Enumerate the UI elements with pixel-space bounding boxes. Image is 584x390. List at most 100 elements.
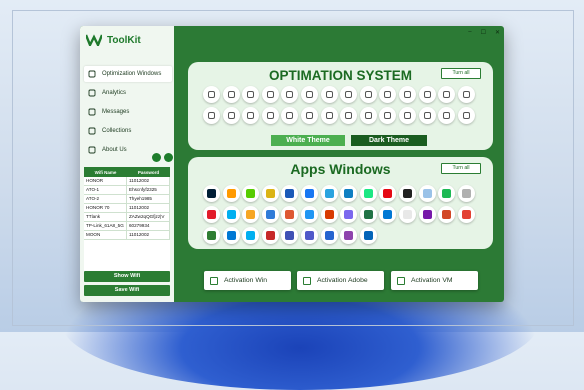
edge-icon <box>344 189 354 198</box>
image-icon <box>462 91 470 98</box>
wifi-row: MOON 11012002 <box>84 231 170 240</box>
minimize-button[interactable]: – <box>468 29 471 36</box>
toggle-star-icon[interactable] <box>340 107 358 124</box>
white-theme-button[interactable]: White Theme <box>271 135 345 146</box>
app-button-maps-icon[interactable] <box>457 206 475 223</box>
toggle-bell-icon[interactable] <box>281 86 299 103</box>
app-button-arrow-app-icon[interactable] <box>281 185 299 202</box>
app-button-app-icon[interactable] <box>418 185 436 202</box>
toggle-folder-icon[interactable] <box>320 107 338 124</box>
apps-turn-all-button[interactable]: Turn all <box>441 163 481 174</box>
sidebar-item-3[interactable]: Collections <box>84 123 172 139</box>
app-button-teams-icon[interactable] <box>300 227 318 244</box>
app-button-streaming-icon[interactable] <box>379 185 397 202</box>
toggle-shield-icon[interactable] <box>222 86 240 103</box>
wifi-name-cell: TP-Link_61A8_5G <box>84 222 127 230</box>
chat-icon <box>88 108 96 116</box>
wifi-row: ATO-1 Ehscnfyf2325 <box>84 186 170 195</box>
app-button-onenote-icon[interactable] <box>418 206 436 223</box>
app-button-qbit-icon[interactable] <box>203 206 220 223</box>
app-button-browser-icon[interactable] <box>261 206 279 223</box>
toggle-grid-icon[interactable] <box>340 86 358 103</box>
toggle-monitor-icon[interactable] <box>418 107 436 124</box>
toggle-tablet-icon[interactable] <box>242 107 260 124</box>
history-icon <box>423 91 431 98</box>
app-button-duolingo-icon[interactable] <box>242 185 260 202</box>
save-wifi-button[interactable]: Save Wifi <box>84 285 170 296</box>
toggle-search-icon[interactable] <box>398 86 416 103</box>
optimization-panel: OPTIMATION SYSTEM Turn all White Theme D… <box>188 62 493 150</box>
optimization-toggle-grid <box>203 86 476 124</box>
app-button-edge-icon[interactable] <box>340 185 358 202</box>
app-button-copilot-icon[interactable] <box>340 227 358 244</box>
toggle-history-icon[interactable] <box>418 86 436 103</box>
toggle-folder-icon[interactable] <box>300 107 318 124</box>
app-button-photos-icon[interactable] <box>300 206 318 223</box>
toggle-person-icon[interactable] <box>359 86 377 103</box>
toggle-refresh-icon[interactable] <box>379 107 397 124</box>
toggle-document-icon[interactable] <box>281 107 299 124</box>
app-button-music-icon[interactable] <box>457 185 475 202</box>
app-button-illustrator-icon[interactable] <box>222 185 240 202</box>
sidebar-item-2[interactable]: Messages <box>84 104 172 120</box>
toggle-location-icon[interactable] <box>300 86 318 103</box>
status-dots <box>152 153 173 162</box>
toggle-image-icon[interactable] <box>457 86 475 103</box>
close-button[interactable]: ✕ <box>495 29 500 36</box>
activation-adobe-label: Activation Adobe <box>317 277 368 284</box>
phone-icon <box>443 91 451 98</box>
toggle-phone-icon[interactable] <box>438 86 456 103</box>
duck-icon <box>285 210 295 219</box>
photos-icon <box>304 210 314 219</box>
app-button-play-icon[interactable] <box>398 185 416 202</box>
toggle-pie-icon[interactable] <box>398 107 416 124</box>
app-button-skype-icon[interactable] <box>222 206 240 223</box>
app-button-shield-app-icon[interactable] <box>203 227 220 244</box>
app-button-todo-icon[interactable] <box>320 227 338 244</box>
optimization-turn-all-button[interactable]: Turn all <box>441 68 481 79</box>
app-button-photoshop-icon[interactable] <box>203 185 220 202</box>
app-button-store-icon[interactable] <box>379 206 397 223</box>
app-button-news-icon[interactable] <box>398 206 416 223</box>
wifi-name-cell: ATO-2 <box>84 195 127 203</box>
toggle-users-icon[interactable] <box>261 86 279 103</box>
show-wifi-button[interactable]: Show Wifi <box>84 271 170 282</box>
sidebar-item-1[interactable]: Analytics <box>84 85 172 101</box>
toggle-clipboard-icon[interactable] <box>242 86 260 103</box>
app-button-duck-icon[interactable] <box>281 206 299 223</box>
app-button-excel-icon[interactable] <box>359 206 377 223</box>
toggle-inbox-icon[interactable] <box>261 107 279 124</box>
toggle-video-icon[interactable] <box>457 107 475 124</box>
toggle-accessibility-icon[interactable] <box>222 107 240 124</box>
sidebar-item-0[interactable]: Optimization Windows <box>84 66 172 82</box>
battery-icon <box>364 112 372 119</box>
app-button-app-icon[interactable] <box>340 206 358 223</box>
dark-theme-button[interactable]: Dark Theme <box>351 135 427 146</box>
news-icon <box>402 210 412 219</box>
app-button-chrome-icon[interactable] <box>261 185 279 202</box>
toggle-lock-icon[interactable] <box>203 86 220 103</box>
main-content: OPTIMATION SYSTEM Turn all White Theme D… <box>180 40 500 298</box>
app-button-pdf-icon[interactable] <box>281 227 299 244</box>
activation-vm-button[interactable]: Activation VM <box>391 271 478 290</box>
app-button-office-icon[interactable] <box>320 206 338 223</box>
app-button-facebook-icon[interactable] <box>300 185 318 202</box>
app-button-hulu-icon[interactable] <box>359 185 377 202</box>
toggle-screen-icon[interactable] <box>438 107 456 124</box>
app-button-spotify-icon[interactable] <box>438 185 456 202</box>
toggle-mail-icon[interactable] <box>203 107 220 124</box>
activation-adobe-button[interactable]: Activation Adobe <box>297 271 384 290</box>
app-button-skype-icon[interactable] <box>242 227 260 244</box>
toggle-battery-icon[interactable] <box>359 107 377 124</box>
toggle-settings-icon[interactable] <box>320 86 338 103</box>
app-button-app-icon[interactable] <box>261 227 279 244</box>
maximize-button[interactable]: ☐ <box>481 29 486 36</box>
toggle-contact-icon[interactable] <box>379 86 397 103</box>
accessibility-icon <box>227 112 235 119</box>
app-button-outlook-icon[interactable] <box>222 227 240 244</box>
app-button-powerpoint-icon[interactable] <box>438 206 456 223</box>
app-button-telegram-icon[interactable] <box>320 185 338 202</box>
app-button-coin-icon[interactable] <box>242 206 260 223</box>
app-button-onedrive-icon[interactable] <box>359 227 377 244</box>
activation-win-button[interactable]: Activation Win <box>204 271 291 290</box>
